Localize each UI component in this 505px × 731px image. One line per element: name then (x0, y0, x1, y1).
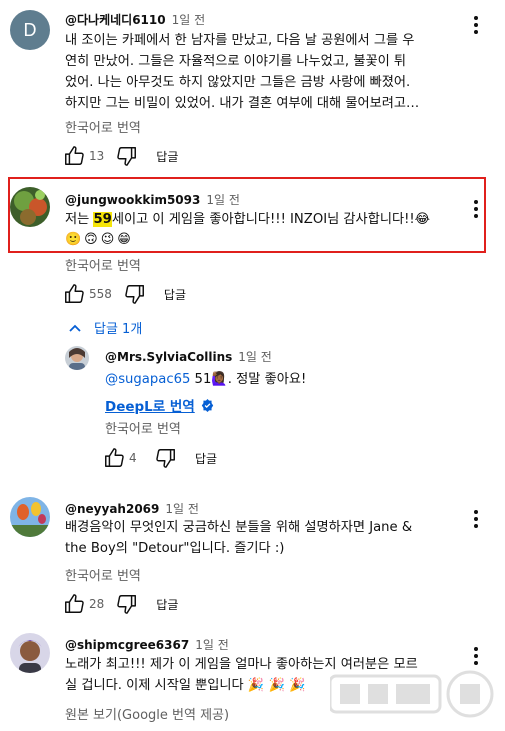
mention-link[interactable]: @sugapac65 (105, 372, 190, 387)
comment-thread: @jungwookkim5093 1일 전 저는 59세이고 이 게임을 좋아합니… (0, 180, 505, 480)
comment-actions: 558 답글 (63, 282, 186, 306)
comment-text: 내 조이는 카페에서 한 남자를 만났고, 다음 날 공원에서 그를 우 연히 … (65, 33, 420, 111)
reply-button[interactable]: 답글 (164, 286, 186, 303)
translate-link[interactable]: 한국어로 번역 (65, 117, 141, 136)
like-count: 28 (89, 597, 105, 611)
author-handle[interactable]: @jungwookkim5093 (65, 193, 200, 207)
author-handle[interactable]: @neyyah2069 (65, 502, 159, 516)
deepl-translate-link[interactable]: DeepL로 번역 (105, 395, 214, 415)
comment-header: @neyyah2069 1일 전 (65, 500, 199, 517)
avatar-image (10, 187, 50, 227)
like-count: 13 (89, 149, 105, 163)
highlighted-age: 59 (93, 212, 112, 227)
more-options-icon[interactable] (473, 510, 479, 528)
replies-toggle-label: 답글 1개 (94, 322, 143, 337)
thumbs-down-icon[interactable] (155, 447, 177, 469)
avatar[interactable]: D (10, 10, 50, 50)
reply-actions: 4 답글 (103, 446, 217, 470)
translate-link[interactable]: 원본 보기(Google 번역 제공) (65, 704, 229, 723)
author-handle[interactable]: @shipmcgree6367 (65, 638, 189, 652)
reply-button[interactable]: 답글 (156, 596, 178, 613)
avatar[interactable] (65, 346, 89, 370)
more-options-icon[interactable] (473, 200, 479, 218)
like-count: 4 (129, 451, 137, 465)
reply-timestamp[interactable]: 1일 전 (238, 350, 272, 364)
thumbs-down-icon[interactable] (124, 283, 146, 305)
translate-link[interactable]: 한국어로 번역 (65, 565, 141, 584)
timestamp[interactable]: 1일 전 (172, 13, 206, 27)
comment-header: @jungwookkim5093 1일 전 (65, 191, 240, 208)
replies-toggle[interactable]: 답글 1개 (68, 318, 142, 337)
thumbs-down-icon[interactable] (116, 145, 138, 167)
reply-button[interactable]: 답글 (195, 450, 217, 467)
avatar[interactable] (10, 497, 50, 537)
reply-button[interactable]: 답글 (156, 148, 178, 165)
avatar-image (65, 346, 89, 370)
avatar[interactable] (10, 633, 50, 673)
watermark-logo (330, 670, 494, 718)
comment-text: 배경음악이 무엇인지 궁금하신 분들을 위해 설명하자면 Jane & the … (65, 520, 413, 556)
emoji-row: 🙂🙃😉😁 (65, 232, 134, 247)
comment-actions: 13 답글 (63, 144, 178, 168)
translate-link[interactable]: 한국어로 번역 (65, 255, 141, 274)
timestamp[interactable]: 1일 전 (206, 193, 240, 207)
avatar-letter: D (23, 19, 37, 40)
thumbs-down-icon[interactable] (116, 593, 138, 615)
timestamp[interactable]: 1일 전 (165, 502, 199, 516)
chevron-up-icon (69, 324, 81, 332)
comment-thread: @neyyah2069 1일 전 배경음악이 무엇인지 궁금하신 분들을 위해 설… (0, 490, 505, 620)
comment-header: @다나케네디6110 1일 전 (65, 11, 205, 28)
comment-thread: D @다나케네디6110 1일 전 내 조이는 카페에서 한 남자를 만났고, 다… (0, 0, 505, 170)
comment-actions: 28 답글 (63, 592, 178, 616)
author-handle[interactable]: @다나케네디6110 (65, 13, 166, 27)
reply-author-handle[interactable]: @Mrs.SylviaCollins (105, 350, 232, 364)
reply-header: @Mrs.SylviaCollins 1일 전 (105, 348, 272, 365)
avatar-image (10, 497, 50, 537)
thumbs-up-icon[interactable] (63, 593, 85, 615)
avatar-image (10, 633, 50, 673)
verified-badge-icon (201, 398, 213, 412)
more-options-icon[interactable] (473, 647, 479, 665)
more-options-icon[interactable] (473, 16, 479, 34)
comment-text: 저는 59세이고 이 게임을 좋아합니다!!! INZOI님 감사합니다!!😂 (65, 212, 431, 227)
thumbs-up-icon[interactable] (103, 447, 125, 469)
thumbs-up-icon[interactable] (63, 283, 85, 305)
translate-link[interactable]: 한국어로 번역 (105, 418, 181, 437)
reply-text: @sugapac65 51🙋🏾‍♀️. 정말 좋아요! (105, 372, 307, 387)
comment-header: @shipmcgree6367 1일 전 (65, 636, 229, 653)
avatar[interactable] (10, 187, 50, 227)
like-count: 558 (89, 287, 112, 301)
thumbs-up-icon[interactable] (63, 145, 85, 167)
timestamp[interactable]: 1일 전 (195, 638, 229, 652)
